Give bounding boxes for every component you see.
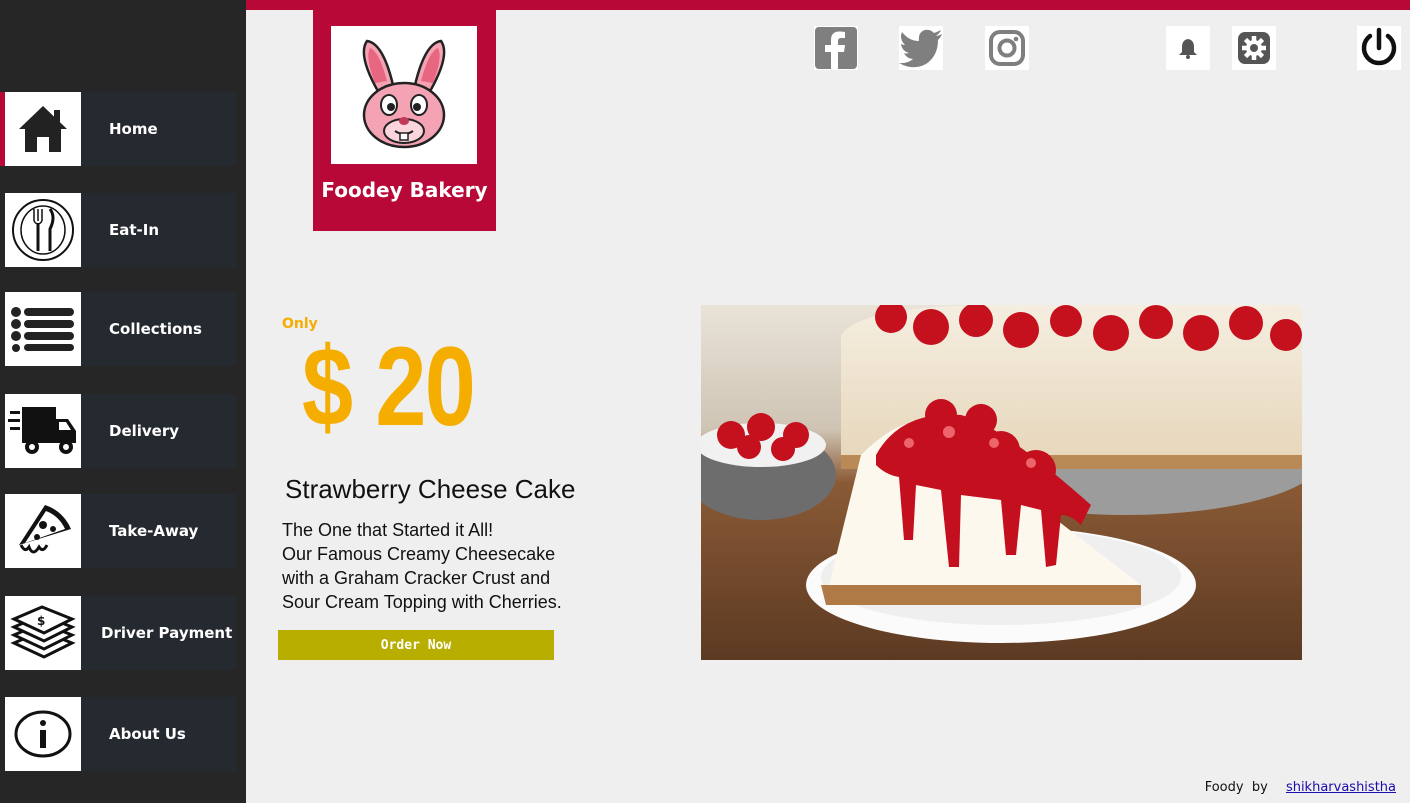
- delivery-truck-icon: [5, 394, 81, 468]
- description-line: Our Famous Creamy Cheesecake: [282, 544, 556, 564]
- sidebar: Home Eat-In Collections Delivery Take-Aw…: [0, 0, 246, 803]
- twitter-icon[interactable]: [899, 26, 943, 70]
- facebook-icon[interactable]: [814, 26, 858, 70]
- instagram-icon[interactable]: [985, 26, 1029, 70]
- pizza-slice-icon: [5, 494, 81, 568]
- power-icon[interactable]: [1357, 26, 1401, 70]
- svg-text:$: $: [37, 614, 45, 628]
- sidebar-item-delivery[interactable]: Delivery: [5, 394, 236, 468]
- home-icon: [5, 92, 81, 166]
- product-description: The One that Started it All! Our Famous …: [282, 518, 562, 614]
- money-stack-icon: $: [5, 596, 81, 670]
- sidebar-item-label: About Us: [109, 725, 186, 743]
- sidebar-item-label: Collections: [109, 320, 202, 338]
- sidebar-item-label: Driver Payment: [101, 624, 233, 642]
- cheesecake-photo: [701, 305, 1302, 660]
- fork-knife-plate-icon: [5, 193, 81, 267]
- description-line: Sour Cream Topping with Cherries.: [282, 592, 562, 612]
- brand-block[interactable]: Foodey Bakery: [313, 10, 496, 231]
- sidebar-item-collections[interactable]: Collections: [5, 292, 236, 366]
- sidebar-item-label: Take-Away: [109, 522, 199, 540]
- footer-text: Foody by: [1204, 780, 1268, 795]
- top-accent-bar: [246, 0, 1410, 10]
- gear-icon[interactable]: [1232, 26, 1276, 70]
- order-now-button[interactable]: Order Now: [278, 630, 554, 660]
- sidebar-item-eat-in[interactable]: Eat-In: [5, 193, 236, 267]
- info-icon: [5, 697, 81, 771]
- sidebar-item-label: Home: [109, 120, 158, 138]
- description-line: The One that Started it All!: [282, 520, 494, 540]
- sidebar-item-take-away[interactable]: Take-Away: [5, 494, 236, 568]
- product-title: Strawberry Cheese Cake: [285, 474, 576, 504]
- description-line: with a Graham Cracker Crust and: [282, 568, 551, 588]
- author-link[interactable]: shikharvashistha: [1286, 780, 1396, 795]
- price: $ 20: [302, 324, 476, 449]
- bell-icon[interactable]: [1166, 26, 1210, 70]
- sidebar-item-driver-payment[interactable]: $ Driver Payment: [5, 596, 236, 670]
- footer: Foody by shikharvashistha: [1205, 780, 1396, 795]
- sidebar-item-home[interactable]: Home: [0, 92, 236, 166]
- bunny-logo-icon: [331, 26, 477, 164]
- list-icon: [5, 292, 81, 366]
- sidebar-item-about-us[interactable]: About Us: [5, 697, 236, 771]
- sidebar-item-label: Delivery: [109, 422, 180, 440]
- brand-name: Foodey Bakery: [321, 178, 488, 202]
- sidebar-item-label: Eat-In: [109, 221, 160, 239]
